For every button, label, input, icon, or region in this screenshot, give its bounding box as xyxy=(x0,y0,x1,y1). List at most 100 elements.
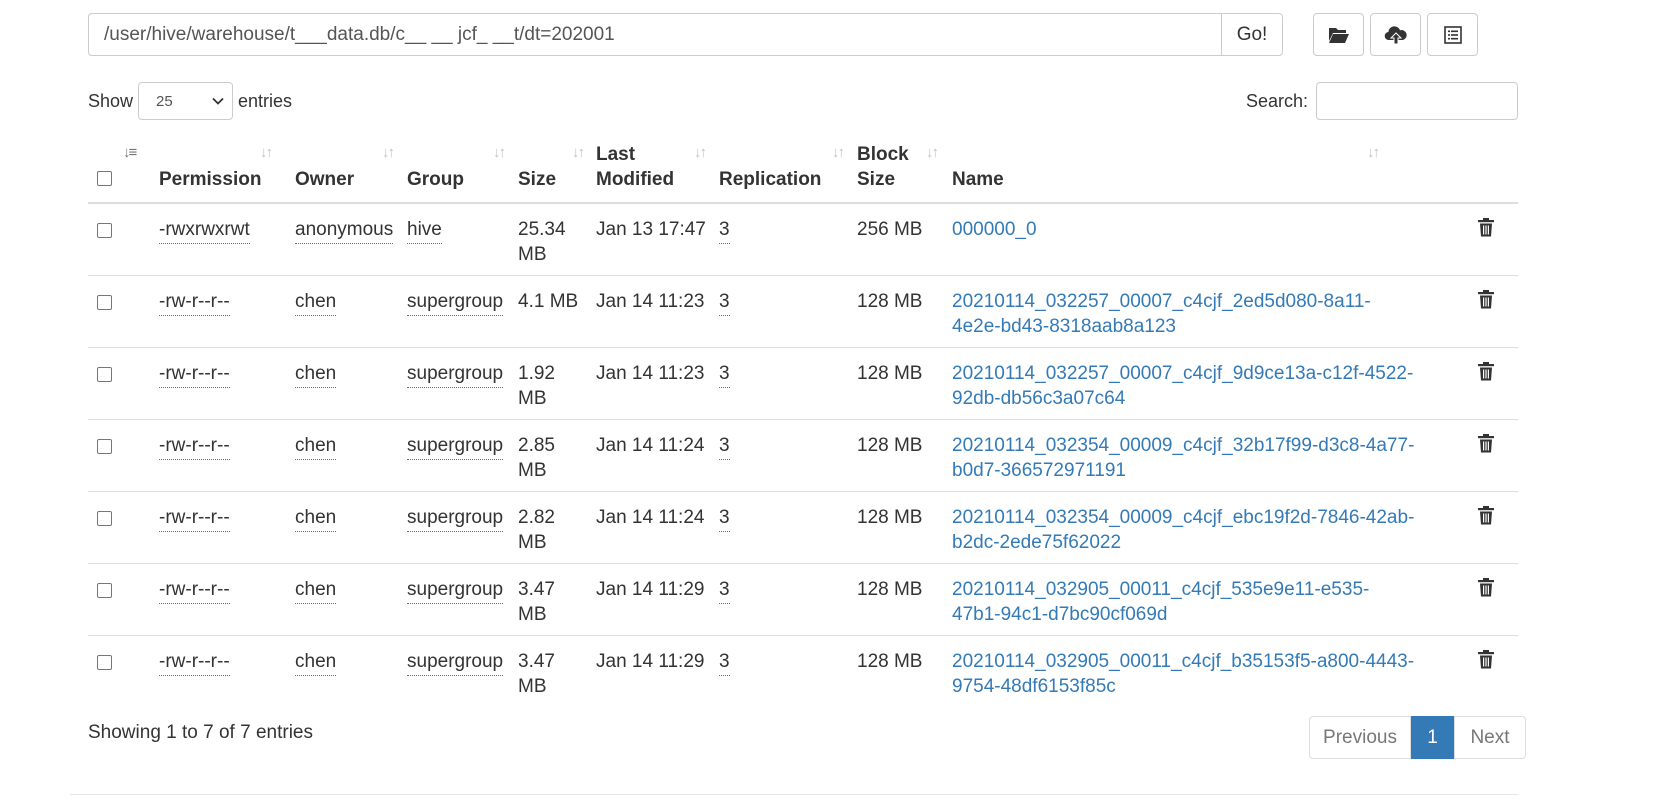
path-input[interactable] xyxy=(88,13,1221,56)
replication-cell[interactable]: 3 xyxy=(719,433,730,460)
permission-cell[interactable]: -rw-r--r-- xyxy=(159,649,230,676)
group-cell[interactable]: supergroup xyxy=(407,361,504,388)
file-name-link[interactable]: 000000_0 xyxy=(952,217,1037,242)
chevron-down-icon xyxy=(212,97,224,105)
column-header-owner[interactable]: Owner xyxy=(295,167,354,192)
file-name-line2: 4e2e-bd43-8318aab8a123 xyxy=(952,316,1176,337)
file-name-line2: b2dc-2ede75f62022 xyxy=(952,532,1122,553)
permission-cell[interactable]: -rw-r--r-- xyxy=(159,361,230,388)
column-header-last-modified[interactable]: Last Modified xyxy=(596,142,674,192)
group-cell[interactable]: supergroup xyxy=(407,505,504,532)
size-unit: MB xyxy=(518,532,547,553)
replication-cell[interactable]: 3 xyxy=(719,577,730,604)
row-checkbox[interactable] xyxy=(97,511,112,526)
file-name-link[interactable]: 20210114_032354_00009_c4cjf_32b17f99-d3c… xyxy=(952,433,1414,483)
sort-icon[interactable]: ↓↑ xyxy=(260,144,273,161)
owner-cell[interactable]: chen xyxy=(295,289,337,316)
replication-cell[interactable]: 3 xyxy=(719,361,730,388)
column-header-size[interactable]: Size xyxy=(518,167,556,192)
sort-icon[interactable]: ↓↑ xyxy=(832,144,845,161)
owner-cell[interactable]: anonymous xyxy=(295,217,394,244)
column-header-replication[interactable]: Replication xyxy=(719,167,821,192)
row-checkbox[interactable] xyxy=(97,223,112,238)
column-header-group[interactable]: Group xyxy=(407,167,464,192)
trash-icon[interactable] xyxy=(1478,578,1494,597)
cut-paste-button[interactable] xyxy=(1427,13,1478,56)
upload-button[interactable] xyxy=(1370,13,1421,56)
sort-icon[interactable]: ↓↑ xyxy=(382,144,395,161)
owner-cell[interactable]: chen xyxy=(295,433,337,460)
block-size-cell: 128 MB xyxy=(857,507,923,528)
block-size-cell: 128 MB xyxy=(857,435,923,456)
replication-cell[interactable]: 3 xyxy=(719,649,730,676)
permission-cell[interactable]: -rw-r--r-- xyxy=(159,577,230,604)
row-checkbox[interactable] xyxy=(97,367,112,382)
trash-icon[interactable] xyxy=(1478,362,1494,381)
permission-cell[interactable]: -rwxrwxrwt xyxy=(159,217,250,244)
column-header-name[interactable]: Name xyxy=(952,167,1004,192)
file-name-link[interactable]: 20210114_032354_00009_c4cjf_ebc19f2d-784… xyxy=(952,505,1414,555)
go-button[interactable]: Go! xyxy=(1221,13,1283,56)
owner-cell[interactable]: chen xyxy=(295,361,337,388)
next-page-button[interactable]: Next xyxy=(1454,716,1526,759)
table-row: -rw-r--r-- chen supergroup 2.82 MB Jan 14… xyxy=(88,492,1518,564)
table-row: -rw-r--r-- chen supergroup 4.1 MB Jan 14… xyxy=(88,276,1518,348)
size-cell: 3.47 MB xyxy=(518,649,555,699)
create-directory-button[interactable] xyxy=(1313,13,1364,56)
size-cell: 4.1 MB xyxy=(518,289,578,314)
table-row: -rw-r--r-- chen supergroup 1.92 MB Jan 14… xyxy=(88,348,1518,420)
replication-cell[interactable]: 3 xyxy=(719,289,730,316)
trash-icon[interactable] xyxy=(1478,290,1494,309)
entries-select[interactable]: 25 xyxy=(138,82,234,120)
sort-icon[interactable]: ↓↑ xyxy=(694,144,707,161)
previous-page-button[interactable]: Previous xyxy=(1309,716,1411,759)
replication-cell[interactable]: 3 xyxy=(719,217,730,244)
owner-cell[interactable]: chen xyxy=(295,577,337,604)
size-value: 3.47 xyxy=(518,651,555,672)
sort-icon[interactable]: ↓↑ xyxy=(1367,144,1380,161)
sort-icon[interactable]: ↓↑ xyxy=(926,144,939,161)
sort-icon[interactable]: ↓↑ xyxy=(493,144,506,161)
trash-icon[interactable] xyxy=(1478,506,1494,525)
owner-cell[interactable]: chen xyxy=(295,505,337,532)
group-cell[interactable]: supergroup xyxy=(407,433,504,460)
file-name-link[interactable]: 20210114_032905_00011_c4cjf_535e9e11-e53… xyxy=(952,577,1369,627)
row-checkbox[interactable] xyxy=(97,583,112,598)
file-name-link[interactable]: 20210114_032257_00007_c4cjf_2ed5d080-8a1… xyxy=(952,289,1371,339)
permission-cell[interactable]: -rw-r--r-- xyxy=(159,289,230,316)
trash-icon[interactable] xyxy=(1478,218,1494,237)
group-cell[interactable]: hive xyxy=(407,217,442,244)
group-cell[interactable]: supergroup xyxy=(407,289,504,316)
size-unit: MB xyxy=(518,460,547,481)
trash-icon[interactable] xyxy=(1478,650,1494,669)
footer-divider xyxy=(70,794,1518,795)
sort-icon[interactable]: ↓↑ xyxy=(572,144,585,161)
replication-cell[interactable]: 3 xyxy=(719,505,730,532)
group-cell[interactable]: supergroup xyxy=(407,649,504,676)
search-input[interactable] xyxy=(1316,82,1518,120)
toolbar xyxy=(1313,13,1478,56)
size-cell: 1.92 MB xyxy=(518,361,555,411)
file-name-link[interactable]: 20210114_032257_00007_c4cjf_9d9ce13a-c12… xyxy=(952,361,1413,411)
permission-cell[interactable]: -rw-r--r-- xyxy=(159,505,230,532)
permission-cell[interactable]: -rw-r--r-- xyxy=(159,433,230,460)
group-cell[interactable]: supergroup xyxy=(407,577,504,604)
page-1-button[interactable]: 1 xyxy=(1411,716,1454,759)
column-header-permission[interactable]: Permission xyxy=(159,167,261,192)
block-size-cell: 256 MB xyxy=(857,219,923,240)
file-name-link[interactable]: 20210114_032905_00011_c4cjf_b35153f5-a80… xyxy=(952,649,1414,699)
size-value: 2.85 xyxy=(518,435,555,456)
column-header-block-size[interactable]: Block Size xyxy=(857,142,909,192)
sort-icon[interactable]: ↓≡ xyxy=(123,144,137,161)
search-control: Search: xyxy=(1246,82,1518,120)
table-row: -rwxrwxrwt anonymous hive 25.34 MB Jan 13… xyxy=(88,204,1518,276)
row-checkbox[interactable] xyxy=(97,439,112,454)
modified-cell: Jan 14 11:24 xyxy=(596,507,705,528)
file-name-line1: 000000_0 xyxy=(952,219,1037,240)
table-row: -rw-r--r-- chen supergroup 3.47 MB Jan 14… xyxy=(88,636,1518,708)
select-all-checkbox[interactable] xyxy=(97,171,112,186)
owner-cell[interactable]: chen xyxy=(295,649,337,676)
trash-icon[interactable] xyxy=(1478,434,1494,453)
row-checkbox[interactable] xyxy=(97,295,112,310)
row-checkbox[interactable] xyxy=(97,655,112,670)
